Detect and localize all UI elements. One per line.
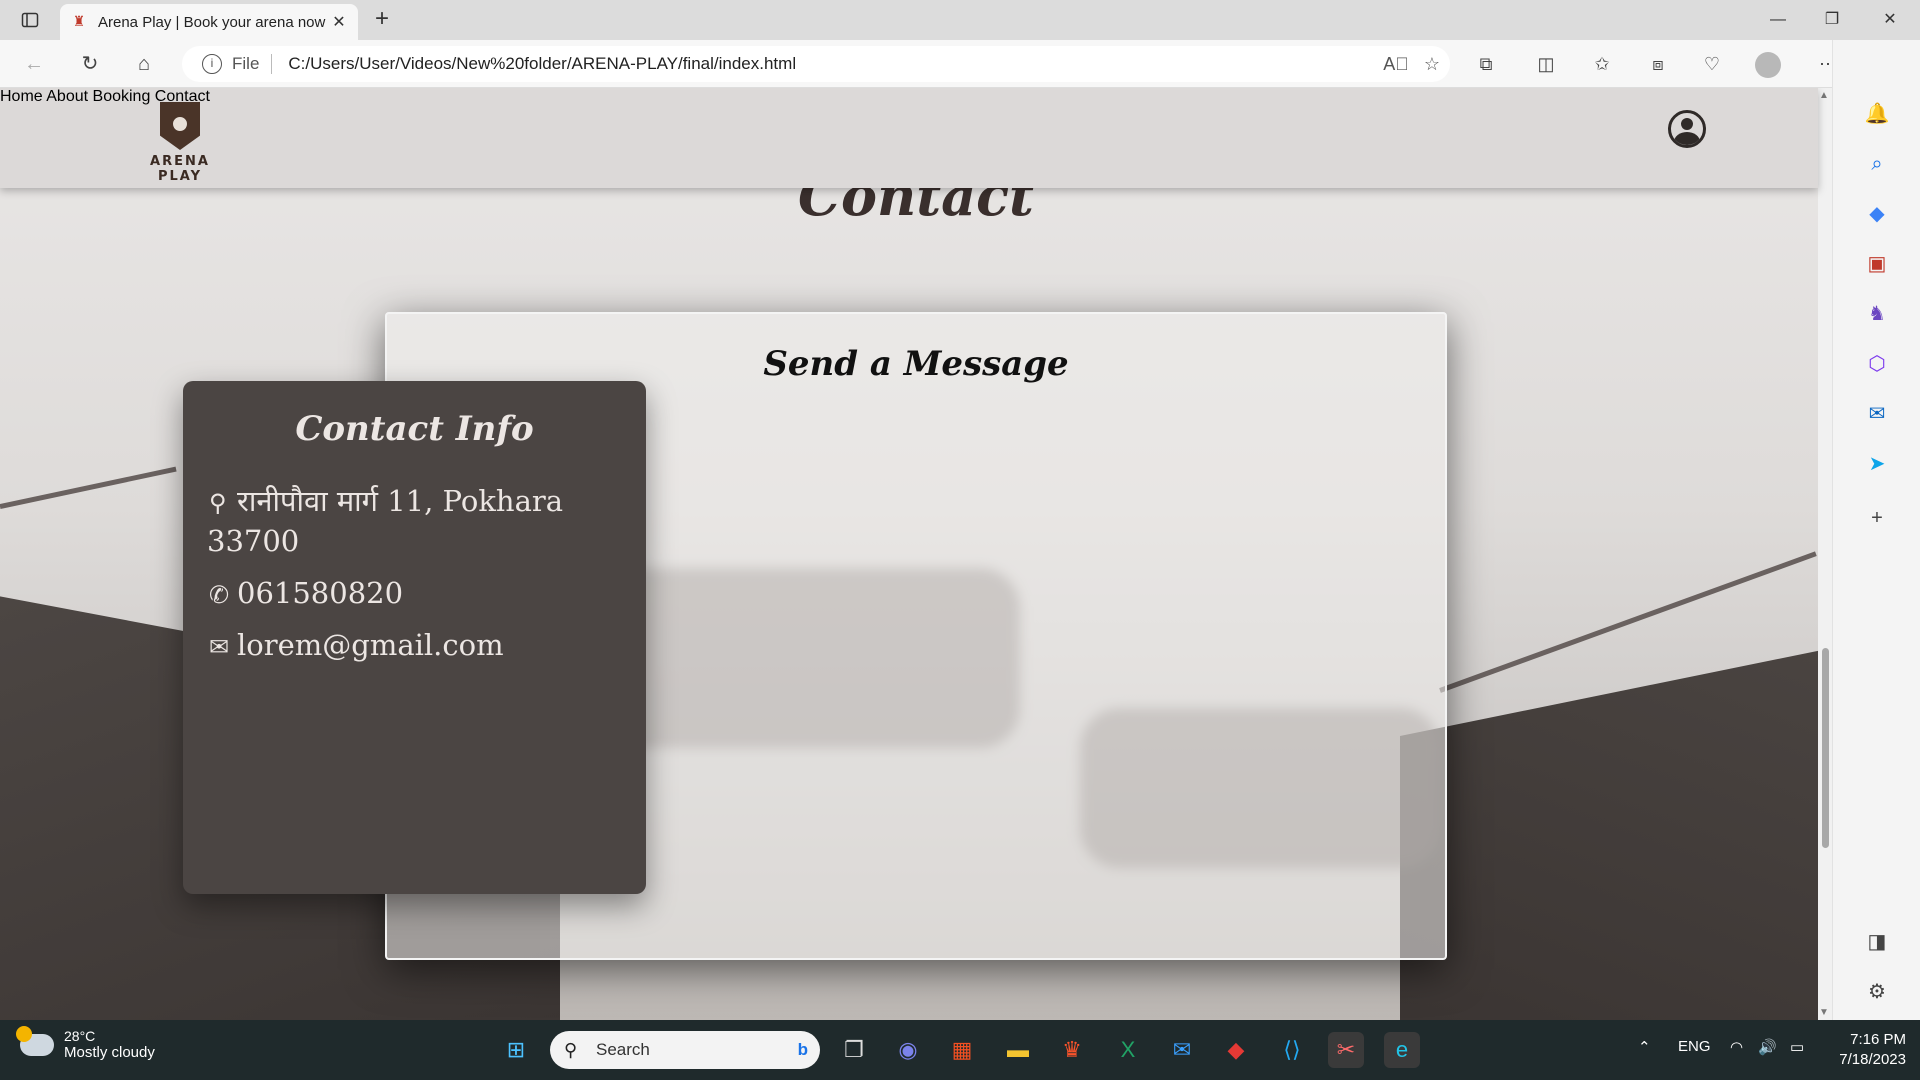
- drop-icon[interactable]: ➤: [1859, 446, 1895, 482]
- home-button[interactable]: ⌂: [126, 48, 162, 80]
- back-button[interactable]: ←: [16, 48, 52, 80]
- nav-about[interactable]: About: [46, 88, 88, 105]
- task-view-icon[interactable]: ❐: [836, 1032, 872, 1068]
- mail-app-icon[interactable]: ✉: [1164, 1032, 1200, 1068]
- search-placeholder: Search: [596, 1040, 650, 1059]
- weather-cloud-icon: [16, 1025, 54, 1056]
- brave-browser-icon[interactable]: ♛: [1054, 1032, 1090, 1068]
- background-beam: [0, 466, 177, 509]
- background-stadium-right: [1400, 648, 1832, 1020]
- read-aloud-icon[interactable]: A᪲: [1378, 54, 1414, 75]
- favorites-icon[interactable]: ✩: [1584, 48, 1620, 80]
- browser-tab-bar: ♜ Arena Play | Book your arena now ✕ + —…: [0, 0, 1920, 40]
- address-line2: 33700: [207, 524, 300, 558]
- extensions-icon[interactable]: ⧉: [1468, 48, 1504, 80]
- refresh-button[interactable]: ↻: [72, 48, 108, 80]
- profile-icon[interactable]: [1750, 48, 1786, 80]
- favorite-star-icon[interactable]: ☆: [1414, 54, 1450, 75]
- contact-info-title: Contact Info: [295, 409, 534, 449]
- outlook-icon[interactable]: ✉: [1859, 396, 1895, 432]
- tab-actions-icon[interactable]: [14, 8, 46, 32]
- shopping-tag-icon[interactable]: ◆: [1859, 196, 1895, 232]
- browser-essentials-icon[interactable]: ♡: [1694, 48, 1730, 80]
- close-tab-icon[interactable]: ✕: [330, 12, 348, 32]
- windows-taskbar: 28°C Mostly cloudy ⊞ ⚲ Search b ❐ ◉ ▦ ▬ …: [0, 1020, 1920, 1080]
- user-account-icon[interactable]: [1668, 110, 1706, 148]
- clock-time: 7:16 PM: [1850, 1031, 1906, 1048]
- address-bar[interactable]: i File C:/Users/User/Videos/New%20folder…: [182, 46, 1450, 82]
- taskbar-search[interactable]: ⚲ Search b: [550, 1031, 820, 1069]
- notifications-icon[interactable]: 🔔: [1859, 96, 1895, 132]
- phone-icon: ✆: [209, 581, 230, 609]
- game-app-icon[interactable]: ◆: [1218, 1032, 1254, 1068]
- file-explorer-icon[interactable]: ▬: [1000, 1032, 1036, 1068]
- tools-briefcase-icon[interactable]: ▣: [1859, 246, 1895, 282]
- snipping-tool-icon[interactable]: ✂: [1328, 1032, 1364, 1068]
- games-icon[interactable]: ♞: [1859, 296, 1895, 332]
- url-scheme-label: File: [232, 54, 260, 73]
- minimize-button[interactable]: —: [1756, 6, 1800, 34]
- weather-widget[interactable]: 28°C Mostly cloudy: [16, 1025, 155, 1061]
- email-row: ✉ lorem@gmail.com: [209, 625, 504, 667]
- weather-temp: 28°C: [64, 1028, 96, 1044]
- close-window-button[interactable]: ✕: [1868, 6, 1912, 34]
- favicon-icon: ♜: [72, 13, 86, 29]
- url-text[interactable]: C:/Users/User/Videos/New%20folder/ARENA-…: [288, 54, 1378, 74]
- address-row: ⚲ रानीपौवा मार्ग 11, Pokhara: [209, 481, 563, 523]
- site-header: ARENA PLAY Home About Booking Contact: [0, 88, 1818, 188]
- contact-info-card: Contact Info ⚲ रानीपौवा मार्ग 11, Pokhara…: [183, 381, 646, 894]
- scroll-thumb[interactable]: [1822, 648, 1829, 848]
- address-line1: रानीपौवा मार्ग 11, Pokhara: [237, 484, 564, 518]
- vscode-icon[interactable]: ⟨⟩: [1274, 1032, 1310, 1068]
- sidebar-search-icon[interactable]: ⌕: [1859, 146, 1895, 182]
- microsoft-store-icon[interactable]: ▦: [944, 1032, 980, 1068]
- email-address: lorem@gmail.com: [237, 628, 504, 662]
- start-windows-icon[interactable]: ⊞: [498, 1032, 534, 1068]
- teams-chat-icon[interactable]: ◉: [890, 1032, 926, 1068]
- sidebar-settings-icon[interactable]: ⚙: [1859, 974, 1895, 1010]
- volume-icon[interactable]: 🔊: [1758, 1038, 1777, 1056]
- wifi-icon[interactable]: ◠: [1730, 1038, 1743, 1056]
- system-clock[interactable]: 7:16 PM 7/18/2023: [1826, 1030, 1906, 1070]
- hide-sidebar-icon[interactable]: ◨: [1859, 924, 1895, 960]
- clock-date: 7/18/2023: [1839, 1051, 1906, 1068]
- show-hidden-icons[interactable]: ⌃: [1638, 1038, 1651, 1056]
- battery-icon[interactable]: ▭: [1790, 1038, 1804, 1056]
- bing-icon[interactable]: b: [798, 1040, 808, 1060]
- split-screen-icon[interactable]: ◫: [1528, 48, 1564, 80]
- location-pin-icon: ⚲: [209, 489, 227, 517]
- scroll-down-icon[interactable]: ▼: [1819, 1007, 1829, 1018]
- weather-desc: Mostly cloudy: [64, 1044, 155, 1061]
- browser-toolbar: ← ↻ ⌂ i File C:/Users/User/Videos/New%20…: [0, 40, 1920, 88]
- microsoft-365-icon[interactable]: ⬡: [1859, 346, 1895, 382]
- new-tab-button[interactable]: +: [368, 6, 396, 34]
- logo-shield-icon: [160, 102, 200, 150]
- address-line2-row: 33700: [207, 521, 299, 561]
- collections-icon[interactable]: ⧈: [1640, 48, 1676, 80]
- info-icon[interactable]: i: [202, 54, 222, 74]
- browser-tab[interactable]: ♜ Arena Play | Book your arena now ✕: [60, 4, 358, 40]
- send-message-title: Send a Message: [763, 344, 1069, 384]
- edge-browser-icon[interactable]: e: [1384, 1032, 1420, 1068]
- page-viewport: ARENA PLAY Home About Booking Contact Co…: [0, 88, 1832, 1020]
- excel-icon[interactable]: X: [1110, 1032, 1146, 1068]
- tab-title: Arena Play | Book your arena now: [98, 13, 326, 31]
- site-logo[interactable]: ARENA PLAY: [130, 102, 230, 184]
- scroll-up-icon[interactable]: ▲: [1819, 90, 1829, 101]
- language-indicator[interactable]: ENG: [1678, 1038, 1711, 1055]
- divider: [271, 54, 273, 74]
- edge-sidebar: 🔔 ⌕ ◆ ▣ ♞ ⬡ ✉ ➤ + ◨ ⚙: [1832, 40, 1920, 1020]
- add-sidebar-app-icon[interactable]: +: [1859, 500, 1895, 536]
- phone-row: ✆ 061580820: [209, 573, 403, 615]
- brand-name: ARENA PLAY: [150, 154, 210, 184]
- restore-button[interactable]: ❐: [1810, 6, 1854, 34]
- phone-number: 061580820: [237, 576, 404, 610]
- mail-icon: ✉: [209, 633, 230, 661]
- nav-home[interactable]: Home: [0, 88, 43, 105]
- search-icon: ⚲: [564, 1039, 578, 1060]
